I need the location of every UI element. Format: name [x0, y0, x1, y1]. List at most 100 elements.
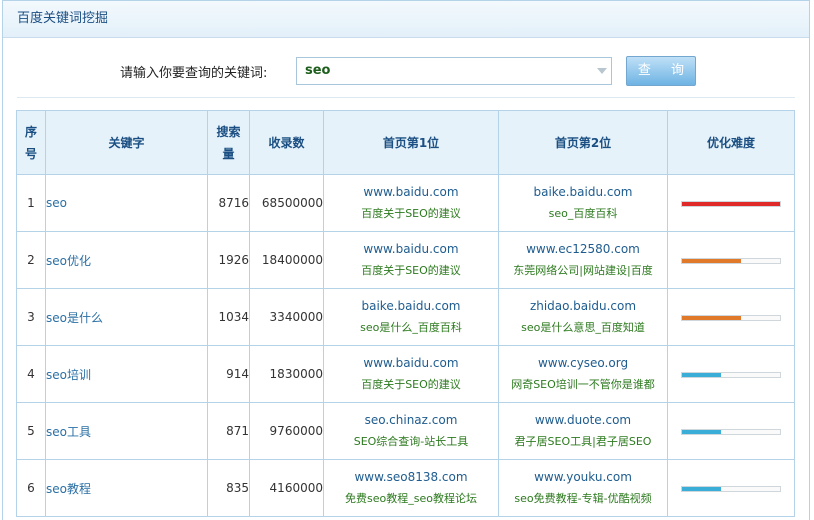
- row-index: 2: [16, 231, 46, 289]
- first-rank-cell: www.seo8138.com 免费seo教程_seo教程论坛: [323, 459, 499, 517]
- table-row: 5 seo工具 871 9760000 seo.chinaz.com SEO综合查询-站长…: [16, 402, 795, 460]
- first-rank-domain-link[interactable]: www.baidu.com: [324, 239, 498, 260]
- first-rank-cell: seo.chinaz.com SEO综合查询-站长工具: [323, 402, 499, 460]
- keyword-search-input[interactable]: seo: [296, 57, 612, 85]
- difficulty-bar: [681, 371, 781, 378]
- difficulty-cell: [667, 231, 795, 289]
- second-rank-title-link[interactable]: seo免费教程-专辑-优酷视频: [499, 488, 667, 509]
- difficulty-bar-fill: [682, 429, 722, 434]
- row-index: 5: [16, 402, 46, 460]
- difficulty-cell: [667, 402, 795, 460]
- keyword-link[interactable]: seo优化: [45, 231, 208, 289]
- keyword-link[interactable]: seo是什么: [45, 288, 208, 346]
- difficulty-bar-fill: [682, 486, 722, 491]
- second-rank-cell: www.duote.com 君子居SEO工具|君子居SEO: [498, 402, 668, 460]
- indexed-count: 18400000: [249, 231, 324, 289]
- first-rank-title-link[interactable]: 百度关于SEO的建议: [324, 374, 498, 395]
- second-rank-cell: www.ec12580.com 东莞网络公司|网站建设|百度: [498, 231, 668, 289]
- first-rank-title-link[interactable]: SEO综合查询-站长工具: [324, 431, 498, 452]
- indexed-count: 9760000: [249, 402, 324, 460]
- second-rank-title-link[interactable]: 君子居SEO工具|君子居SEO: [499, 431, 667, 452]
- keyword-results-table: 序号 关键字 搜索量 收录数 首页第1位 首页第2位 优化难度 1 seo 8716…: [16, 110, 795, 517]
- divider: [17, 97, 795, 98]
- second-rank-title-link[interactable]: 网奇SEO培训一不管你是谁都: [499, 374, 667, 395]
- keyword-link[interactable]: seo教程: [45, 459, 208, 517]
- row-index: 1: [16, 174, 46, 232]
- second-rank-cell: zhidao.baidu.com seo是什么意思_百度知道: [498, 288, 668, 346]
- second-rank-cell: www.youku.com seo免费教程-专辑-优酷视频: [498, 459, 668, 517]
- difficulty-bar: [681, 485, 781, 492]
- search-row: 请输入你要查询的关键词: seo 查 询: [3, 56, 809, 86]
- second-rank-domain-link[interactable]: www.duote.com: [499, 410, 667, 431]
- second-rank-domain-link[interactable]: baike.baidu.com: [499, 182, 667, 203]
- first-rank-cell: www.baidu.com 百度关于SEO的建议: [323, 231, 499, 289]
- first-rank-domain-link[interactable]: seo.chinaz.com: [324, 410, 498, 431]
- query-button[interactable]: 查 询: [626, 56, 696, 86]
- first-rank-title-link[interactable]: 百度关于SEO的建议: [324, 260, 498, 281]
- column-header-keyword: 关键字: [45, 110, 208, 175]
- search-volume: 914: [207, 345, 250, 403]
- panel-title: 百度关键词挖掘: [3, 1, 809, 38]
- first-rank-cell: www.baidu.com 百度关于SEO的建议: [323, 345, 499, 403]
- column-header-search-volume: 搜索量: [207, 110, 250, 175]
- first-rank-title-link[interactable]: 免费seo教程_seo教程论坛: [324, 488, 498, 509]
- second-rank-domain-link[interactable]: zhidao.baidu.com: [499, 296, 667, 317]
- column-header-second-rank: 首页第2位: [498, 110, 668, 175]
- indexed-count: 4160000: [249, 459, 324, 517]
- indexed-count: 1830000: [249, 345, 324, 403]
- first-rank-title-link[interactable]: seo是什么_百度百科: [324, 317, 498, 338]
- keyword-link[interactable]: seo培训: [45, 345, 208, 403]
- difficulty-cell: [667, 459, 795, 517]
- first-rank-title-link[interactable]: 百度关于SEO的建议: [324, 203, 498, 224]
- row-index: 4: [16, 345, 46, 403]
- search-label: 请输入你要查询的关键词:: [120, 66, 268, 81]
- first-rank-domain-link[interactable]: baike.baidu.com: [324, 296, 498, 317]
- first-rank-domain-link[interactable]: www.seo8138.com: [324, 467, 498, 488]
- column-header-first-rank: 首页第1位: [323, 110, 499, 175]
- second-rank-domain-link[interactable]: www.youku.com: [499, 467, 667, 488]
- table-row: 1 seo 8716 68500000 www.baidu.com 百度关于SEO的建议 b…: [16, 174, 795, 232]
- second-rank-cell: www.cyseo.org 网奇SEO培训一不管你是谁都: [498, 345, 668, 403]
- first-rank-cell: www.baidu.com 百度关于SEO的建议: [323, 174, 499, 232]
- second-rank-title-link[interactable]: seo_百度百科: [499, 203, 667, 224]
- row-index: 3: [16, 288, 46, 346]
- column-header-index: 序号: [16, 110, 46, 175]
- difficulty-bar-fill: [682, 372, 722, 377]
- table-header-row: 序号 关键字 搜索量 收录数 首页第1位 首页第2位 优化难度: [16, 110, 795, 175]
- second-rank-cell: baike.baidu.com seo_百度百科: [498, 174, 668, 232]
- table-row: 6 seo教程 835 4160000 www.seo8138.com 免费seo教程_s…: [16, 459, 795, 517]
- search-volume: 1034: [207, 288, 250, 346]
- table-row: 2 seo优化 1926 18400000 www.baidu.com 百度关于SEO的建…: [16, 231, 795, 289]
- first-rank-domain-link[interactable]: www.baidu.com: [324, 182, 498, 203]
- difficulty-bar-fill: [682, 258, 741, 263]
- keyword-link[interactable]: seo: [45, 174, 208, 232]
- difficulty-bar-fill: [682, 201, 780, 206]
- dropdown-arrow-icon[interactable]: [597, 68, 607, 74]
- table-row: 4 seo培训 914 1830000 www.baidu.com 百度关于SEO的建议 w…: [16, 345, 795, 403]
- search-volume: 1926: [207, 231, 250, 289]
- row-index: 6: [16, 459, 46, 517]
- second-rank-domain-link[interactable]: www.ec12580.com: [499, 239, 667, 260]
- second-rank-title-link[interactable]: seo是什么意思_百度知道: [499, 317, 667, 338]
- column-header-difficulty: 优化难度: [667, 110, 795, 175]
- search-input-value: seo: [305, 63, 331, 78]
- first-rank-cell: baike.baidu.com seo是什么_百度百科: [323, 288, 499, 346]
- indexed-count: 68500000: [249, 174, 324, 232]
- difficulty-cell: [667, 288, 795, 346]
- difficulty-bar-fill: [682, 315, 741, 320]
- difficulty-bar: [681, 314, 781, 321]
- keyword-link[interactable]: seo工具: [45, 402, 208, 460]
- second-rank-title-link[interactable]: 东莞网络公司|网站建设|百度: [499, 260, 667, 281]
- column-header-indexed: 收录数: [249, 110, 324, 175]
- first-rank-domain-link[interactable]: www.baidu.com: [324, 353, 498, 374]
- difficulty-bar: [681, 257, 781, 264]
- difficulty-cell: [667, 174, 795, 232]
- difficulty-cell: [667, 345, 795, 403]
- difficulty-bar: [681, 428, 781, 435]
- second-rank-domain-link[interactable]: www.cyseo.org: [499, 353, 667, 374]
- search-volume: 8716: [207, 174, 250, 232]
- table-row: 3 seo是什么 1034 3340000 baike.baidu.com seo是什么_…: [16, 288, 795, 346]
- indexed-count: 3340000: [249, 288, 324, 346]
- difficulty-bar: [681, 200, 781, 207]
- search-volume: 871: [207, 402, 250, 460]
